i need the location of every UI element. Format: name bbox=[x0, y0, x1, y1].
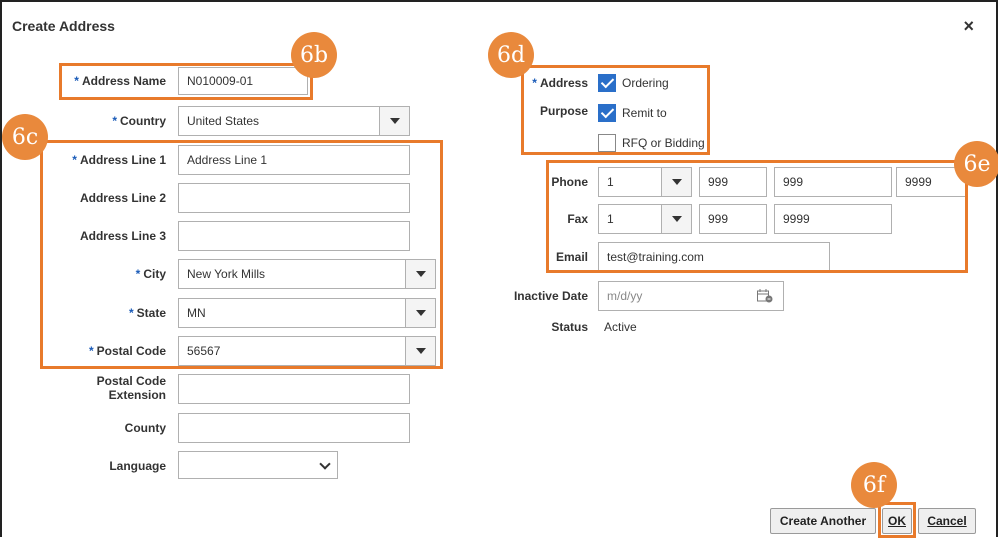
language-select[interactable] bbox=[178, 451, 338, 479]
country-dropdown-button[interactable] bbox=[379, 107, 409, 135]
callout-box-6f bbox=[878, 502, 916, 538]
callout-badge-6f: 6f bbox=[851, 462, 897, 508]
chevron-down-icon bbox=[319, 458, 331, 470]
callout-box-6b bbox=[59, 63, 313, 100]
callout-badge-6b: 6b bbox=[291, 32, 337, 78]
inactive-date-label: Inactive Date bbox=[513, 289, 588, 303]
language-label: Language bbox=[109, 459, 166, 473]
callout-badge-6e: 6e bbox=[954, 141, 998, 187]
create-another-button[interactable]: Create Another bbox=[770, 508, 876, 534]
status-label: Status bbox=[551, 320, 588, 334]
callout-box-6d bbox=[521, 65, 710, 155]
postal-code-extension-label: Postal Code Extension bbox=[96, 374, 166, 402]
create-address-dialog: Create Address × * Address Name N010009-0… bbox=[0, 0, 998, 538]
callout-box-6c bbox=[40, 140, 443, 369]
callout-badge-6d: 6d bbox=[488, 32, 534, 78]
chevron-down-icon bbox=[389, 118, 400, 124]
country-value: United States bbox=[187, 114, 260, 128]
callout-badge-6c: 6c bbox=[2, 114, 48, 160]
close-icon[interactable]: × bbox=[963, 16, 974, 37]
county-input[interactable] bbox=[178, 413, 410, 443]
status-value: Active bbox=[604, 320, 637, 334]
county-label: County bbox=[124, 421, 166, 435]
country-label: * Country bbox=[112, 114, 166, 128]
postal-code-extension-input[interactable] bbox=[178, 374, 410, 404]
callout-box-6e bbox=[546, 160, 968, 273]
country-select[interactable]: United States bbox=[178, 106, 410, 136]
dialog-title: Create Address bbox=[12, 18, 115, 34]
calendar-icon[interactable] bbox=[757, 289, 773, 303]
inactive-date-placeholder: m/d/yy bbox=[607, 289, 643, 303]
inactive-date-input[interactable]: m/d/yy bbox=[598, 281, 784, 311]
cancel-button[interactable]: Cancel bbox=[918, 508, 976, 534]
